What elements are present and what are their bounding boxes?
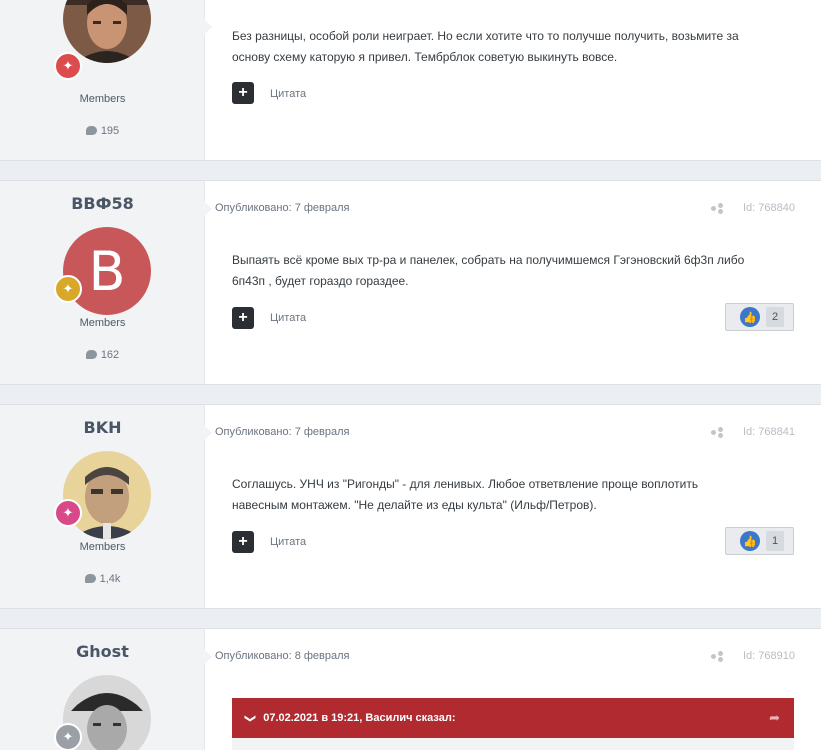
avatar[interactable]: B: [63, 227, 151, 315]
multiquote-plus-button[interactable]: +: [232, 531, 254, 553]
member-group: Members: [79, 93, 126, 105]
share-icon[interactable]: [711, 426, 723, 438]
member-group: Members: [79, 541, 126, 553]
post-count[interactable]: 162: [0, 349, 205, 361]
reaction-button[interactable]: 👍 1: [725, 527, 794, 555]
thumbs-up-icon: 👍: [740, 531, 760, 551]
thumbs-up-icon: 👍: [740, 307, 760, 327]
quote-body: [232, 738, 794, 750]
post-id: Id: 768910: [743, 650, 795, 662]
post-date[interactable]: Опубликовано: 8 февраля: [215, 650, 350, 662]
post-date[interactable]: Опубликовано: 7 февраля: [215, 426, 350, 438]
quote-link[interactable]: Цитата: [270, 536, 306, 548]
reply-arrow-icon[interactable]: ➦: [769, 710, 780, 726]
quote-header[interactable]: ❯ 07.02.2021 в 19:21, Василич сказал: ➦: [232, 698, 794, 738]
post-content: Соглашусь. УНЧ из "Ригонды" - для ленивы…: [232, 477, 699, 512]
share-icon[interactable]: [711, 202, 723, 214]
multiquote-plus-button[interactable]: +: [232, 307, 254, 329]
member-group: Members: [79, 317, 126, 329]
comment-bubble-icon: [85, 350, 97, 359]
post: ✦ Members 195 Без разницы, особой роли н…: [0, 0, 821, 161]
reaction-count: 1: [766, 531, 785, 551]
multiquote-plus-button[interactable]: +: [232, 82, 254, 104]
comment-bubble-icon: [85, 126, 97, 135]
post: BKH ✦ Members 1,4k Опубликовано: 7 февра…: [0, 404, 821, 609]
post-id: Id: 768841: [743, 426, 795, 438]
post-id: Id: 768840: [743, 202, 795, 214]
post: Ghost ✦ Опубликовано: 8 февраля Id: 7689…: [0, 628, 821, 750]
author-name[interactable]: BBФ58: [0, 194, 205, 213]
author-name[interactable]: BKH: [0, 418, 205, 437]
reaction-button[interactable]: 👍 2: [725, 303, 794, 331]
rank-badge-icon: ✦: [54, 275, 82, 303]
quote-citation: 07.02.2021 в 19:21, Василич сказал:: [263, 712, 456, 724]
reaction-count: 2: [766, 307, 785, 327]
quote-link[interactable]: Цитата: [270, 312, 306, 324]
rank-badge-icon: ✦: [54, 52, 82, 80]
share-icon[interactable]: [711, 650, 723, 662]
avatar[interactable]: [63, 451, 151, 539]
comment-bubble-icon: [84, 574, 96, 583]
plus-icon: +: [238, 84, 248, 101]
plus-icon: +: [238, 533, 248, 550]
rank-badge-icon: ✦: [54, 723, 82, 750]
quote-link[interactable]: Цитата: [270, 88, 306, 100]
post: BBФ58 B ✦ Members 162 Опубликовано: 7 фе…: [0, 180, 821, 385]
chevron-down-icon[interactable]: ❯: [244, 713, 257, 722]
plus-icon: +: [238, 309, 248, 326]
post-count[interactable]: 1,4k: [0, 573, 205, 585]
post-date[interactable]: Опубликовано: 7 февраля: [215, 202, 350, 214]
author-name[interactable]: Ghost: [0, 642, 205, 661]
post-content: Выпаять всё кроме вых тр-ра и панелек, с…: [232, 253, 745, 288]
post-count[interactable]: 195: [0, 125, 205, 137]
rank-badge-icon: ✦: [54, 499, 82, 527]
post-content: Без разницы, особой роли неиграет. Но ес…: [232, 29, 739, 64]
